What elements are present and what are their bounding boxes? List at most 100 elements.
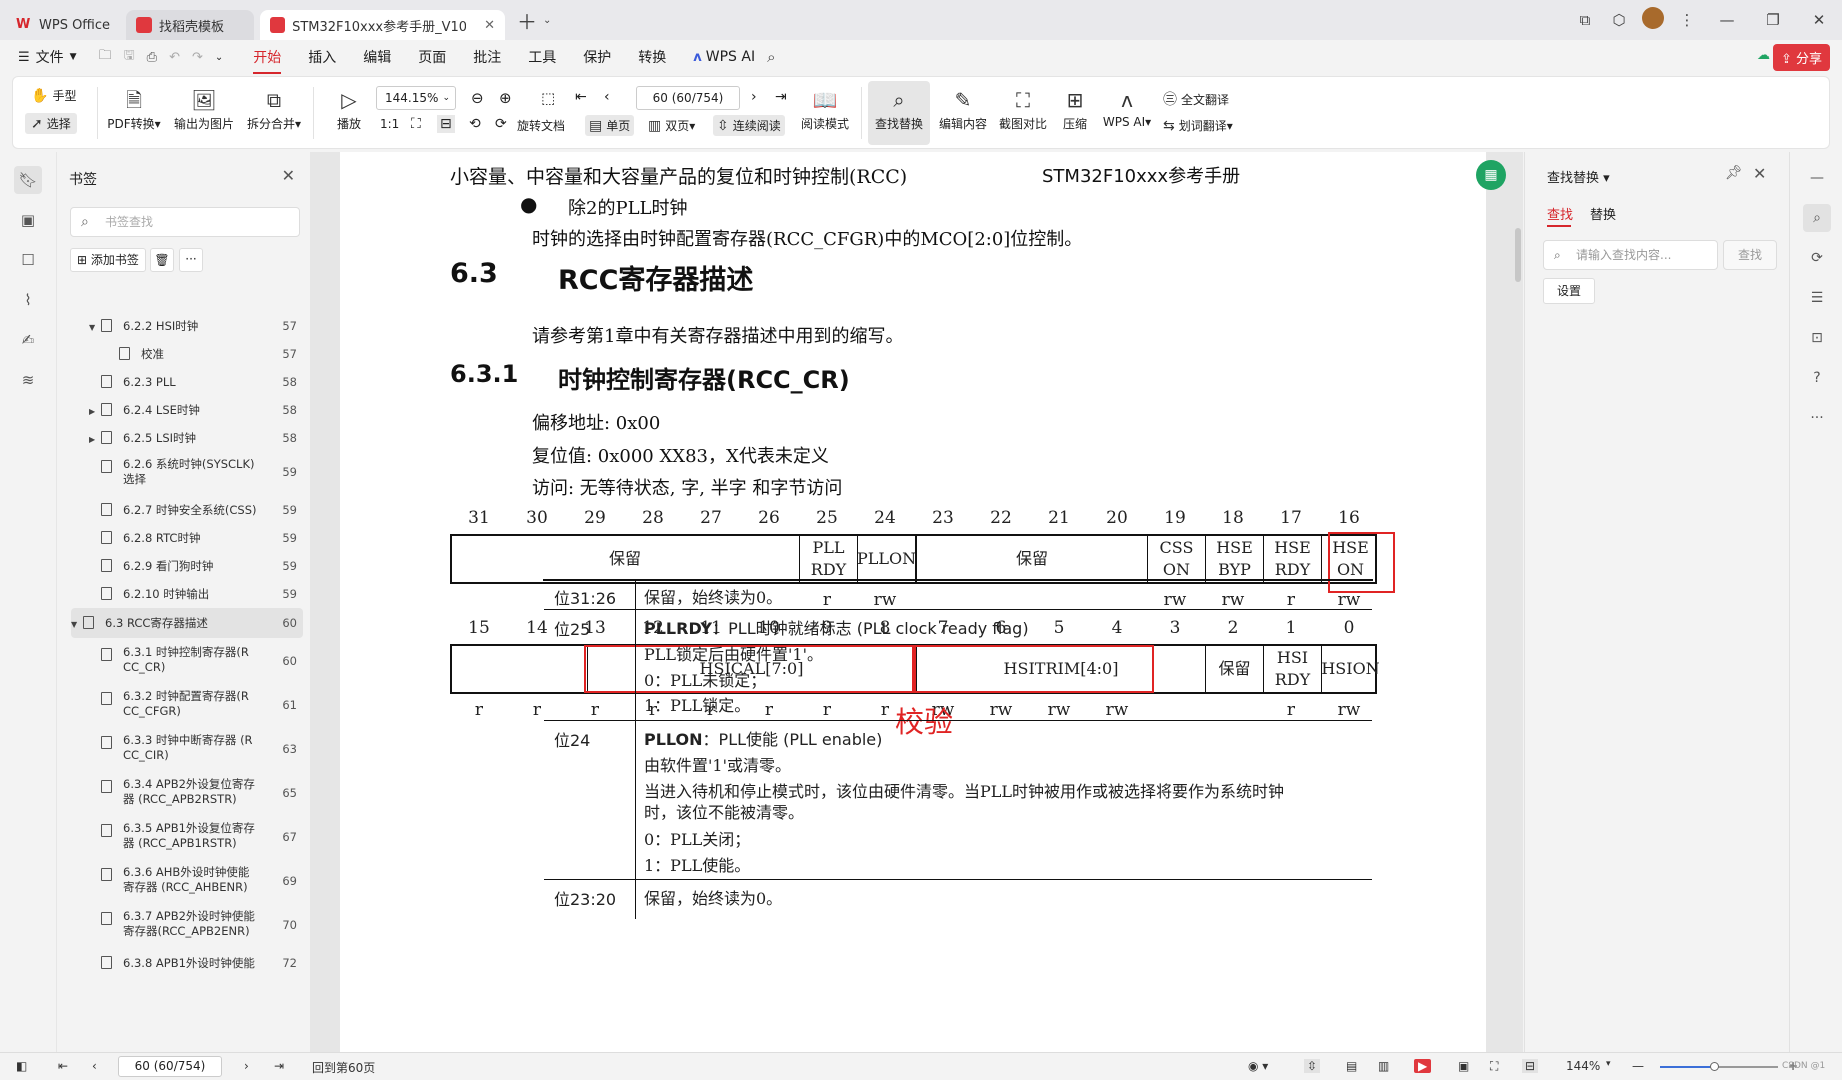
close-icon[interactable]: ✕ (282, 166, 295, 185)
bookmark-item[interactable]: 6.3.4 APB2外设复位寄存器 (RCC_APB2RSTR) 65 (71, 772, 303, 814)
zoom-slider-handle[interactable] (1710, 1062, 1719, 1071)
cloud-sync-icon[interactable]: ☁ (1757, 48, 1770, 63)
menu-comment[interactable]: 批注 (473, 47, 501, 67)
document-scrollbar[interactable] (1512, 152, 1522, 1052)
bookmark-item[interactable]: 6.3.1 时钟控制寄存器(R CC_CR) 60 (71, 640, 303, 682)
export-image-button[interactable]: 🖼 输出为图片 (171, 87, 237, 132)
fit-width-icon[interactable]: ⊟ (437, 115, 455, 133)
prev-page-icon[interactable]: ‹ (92, 1059, 97, 1073)
search-icon[interactable]: ⌕ (767, 48, 775, 66)
rotate-doc-button[interactable]: 旋转文档 (517, 117, 565, 134)
fit-width-icon[interactable]: ⊟ (1522, 1059, 1539, 1073)
close-icon[interactable]: ✕ (484, 18, 495, 33)
sidebar-toggle-icon[interactable]: ◧ (16, 1059, 27, 1073)
translate-icon[interactable]: ⟳ (1803, 244, 1831, 272)
split-merge-button[interactable]: ⧉ 拆分合并▾ (242, 87, 306, 132)
table-tool-icon[interactable]: ▦ (1476, 160, 1506, 190)
chevron-down-icon[interactable]: ▾ (1606, 1059, 1611, 1069)
bookmark-item[interactable]: ▶ 6.2.4 LSE时钟 58 (71, 396, 303, 424)
print-icon[interactable]: ⎙ (147, 50, 157, 65)
bookmark-item[interactable]: 6.2.8 RTC时钟 59 (71, 524, 303, 552)
signature-icon[interactable]: ✍ (14, 326, 42, 354)
more-icon[interactable]: ··· (179, 248, 203, 272)
bookmark-icon[interactable]: 🔖︎ (14, 166, 42, 194)
expanded-arrow-icon[interactable]: ▼ (89, 320, 95, 335)
menu-tools[interactable]: 工具 (528, 47, 556, 67)
add-bookmark-button[interactable]: ⊞ 添加书签 (70, 248, 146, 272)
new-tab-icon[interactable]: ＋ (517, 6, 537, 35)
menu-start[interactable]: 开始 (253, 47, 282, 74)
menu-wps-ai[interactable]: WPS AI (706, 49, 755, 65)
chevron-down-icon[interactable]: ⌄ (215, 52, 223, 63)
bookmark-item[interactable]: 校准 57 (71, 340, 303, 368)
tab-find[interactable]: 查找 (1547, 204, 1573, 223)
hand-tool-button[interactable]: ✋ 手型 (31, 87, 76, 104)
bookmark-item[interactable]: 6.2.6 系统时钟(SYSCLK) 选择 59 (71, 452, 303, 492)
open-icon[interactable]: 🗀 (99, 46, 112, 68)
next-page-icon[interactable]: › (751, 89, 757, 105)
bookmark-search-input[interactable]: ⌕ 书签查找 (70, 207, 300, 237)
attachment-icon[interactable]: ⌇ (14, 286, 42, 314)
find-replace-button[interactable]: ⌕ 查找替换 (868, 81, 930, 145)
menu-icon[interactable]: ⋮ (1670, 11, 1704, 29)
search-icon[interactable]: ⌕ (1803, 204, 1831, 232)
first-page-icon[interactable]: ⇤ (58, 1059, 68, 1073)
play-icon[interactable]: ▶ (1414, 1059, 1432, 1073)
bookmark-item[interactable]: 6.3.2 时钟配置寄存器(R CC_CFGR) 61 (71, 684, 303, 726)
menu-insert[interactable]: 插入 (308, 47, 336, 67)
chevron-down-icon[interactable]: ⌄ (543, 15, 551, 26)
share-button[interactable]: ⇪ 分享 (1772, 44, 1830, 71)
actual-size-icon[interactable]: 1:1 (380, 117, 399, 131)
select-tool-button[interactable]: ➚ 选择 (25, 113, 77, 134)
pin-icon[interactable]: 📌︎ (1725, 165, 1743, 181)
thumbnail-icon[interactable]: ▣ (14, 206, 42, 234)
more-icon[interactable]: ··· (1803, 404, 1831, 432)
wps-ai-tool-button[interactable]: ʌ WPS AI▾ (1099, 87, 1155, 129)
menu-page[interactable]: 页面 (418, 47, 446, 67)
bookmark-item[interactable]: 6.3.6 AHB外设时钟使能 寄存器 (RCC_AHBENR) 69 (71, 860, 303, 902)
menu-file[interactable]: 文件 (36, 47, 64, 67)
tab-wps-office[interactable]: W WPS Office (6, 10, 120, 40)
zoom-in-icon[interactable]: ⊕ (499, 89, 512, 107)
collapsed-arrow-icon[interactable]: ▶ (89, 432, 95, 447)
find-input[interactable]: ⌕ 请输入查找内容... (1543, 240, 1718, 270)
close-icon[interactable]: ✕ (1753, 164, 1766, 183)
word-translate-button[interactable]: ⇆ 划词翻译 ▾ (1163, 117, 1233, 134)
bookmark-item[interactable]: 6.3.3 时钟中断寄存器 (R CC_CIR) 63 (71, 728, 303, 770)
collapsed-arrow-icon[interactable]: ▶ (89, 404, 95, 419)
zoom-slider[interactable] (1660, 1062, 1778, 1071)
continuous-read-button[interactable]: ⇳ 连续阅读 (713, 115, 785, 136)
delete-icon[interactable]: 🗑 (150, 248, 174, 272)
single-page-icon[interactable]: ▤ (1346, 1059, 1357, 1073)
status-page-input[interactable]: 60 (60/754) (118, 1056, 222, 1077)
screenshot-compare-button[interactable]: ⛶ 截图对比 (995, 87, 1051, 132)
compress-button[interactable]: ⊞ 压缩 (1055, 87, 1095, 132)
cube-icon[interactable]: ⬡ (1602, 11, 1636, 29)
tab-replace[interactable]: 替换 (1590, 204, 1616, 223)
bookmark-item[interactable]: 6.2.10 时钟输出 59 (71, 580, 303, 608)
bookmark-item[interactable]: 6.2.7 时钟安全系统(CSS) 59 (71, 496, 303, 524)
minimize-icon[interactable]: — (1704, 11, 1750, 29)
tab-document[interactable]: STM32F10xxx参考手册_V10（中 ✕ (260, 10, 506, 40)
zoom-out-icon[interactable]: ⊖ (471, 89, 484, 107)
undo-icon[interactable]: ↶ (169, 50, 180, 65)
continuous-icon[interactable]: ⇳ (1304, 1059, 1321, 1073)
menu-convert[interactable]: 转换 (638, 47, 666, 67)
bookmark-item[interactable]: ▶ 6.2.5 LSI时钟 58 (71, 424, 303, 452)
avatar[interactable] (1636, 7, 1670, 33)
tab-list-icon[interactable]: ⧉ (1568, 11, 1602, 29)
play-button[interactable]: ▷ 播放 (331, 87, 367, 132)
two-page-icon[interactable]: ▥ (1378, 1059, 1389, 1073)
edit-content-button[interactable]: ✎ 编辑内容 (935, 87, 991, 132)
last-page-icon[interactable]: ⇥ (775, 89, 787, 105)
comment-icon[interactable]: ☐ (14, 246, 42, 274)
zoom-select[interactable]: 144.15% ⌄ (376, 86, 456, 110)
panel-title[interactable]: 查找替换 ▾ (1547, 167, 1610, 186)
two-page-button[interactable]: ▥ 双页 ▾ (648, 117, 695, 134)
eye-icon[interactable]: ◉ ▾ (1248, 1059, 1268, 1073)
crop-icon[interactable]: ⬚ (541, 89, 555, 107)
bookmark-item[interactable]: ▼ 6.3 RCC寄存器描述 60 (71, 608, 303, 638)
single-page-button[interactable]: ▤ 单页 (585, 115, 635, 136)
help-icon[interactable]: ? (1803, 364, 1831, 392)
bookmark-item[interactable]: 6.2.3 PLL 58 (71, 368, 303, 396)
